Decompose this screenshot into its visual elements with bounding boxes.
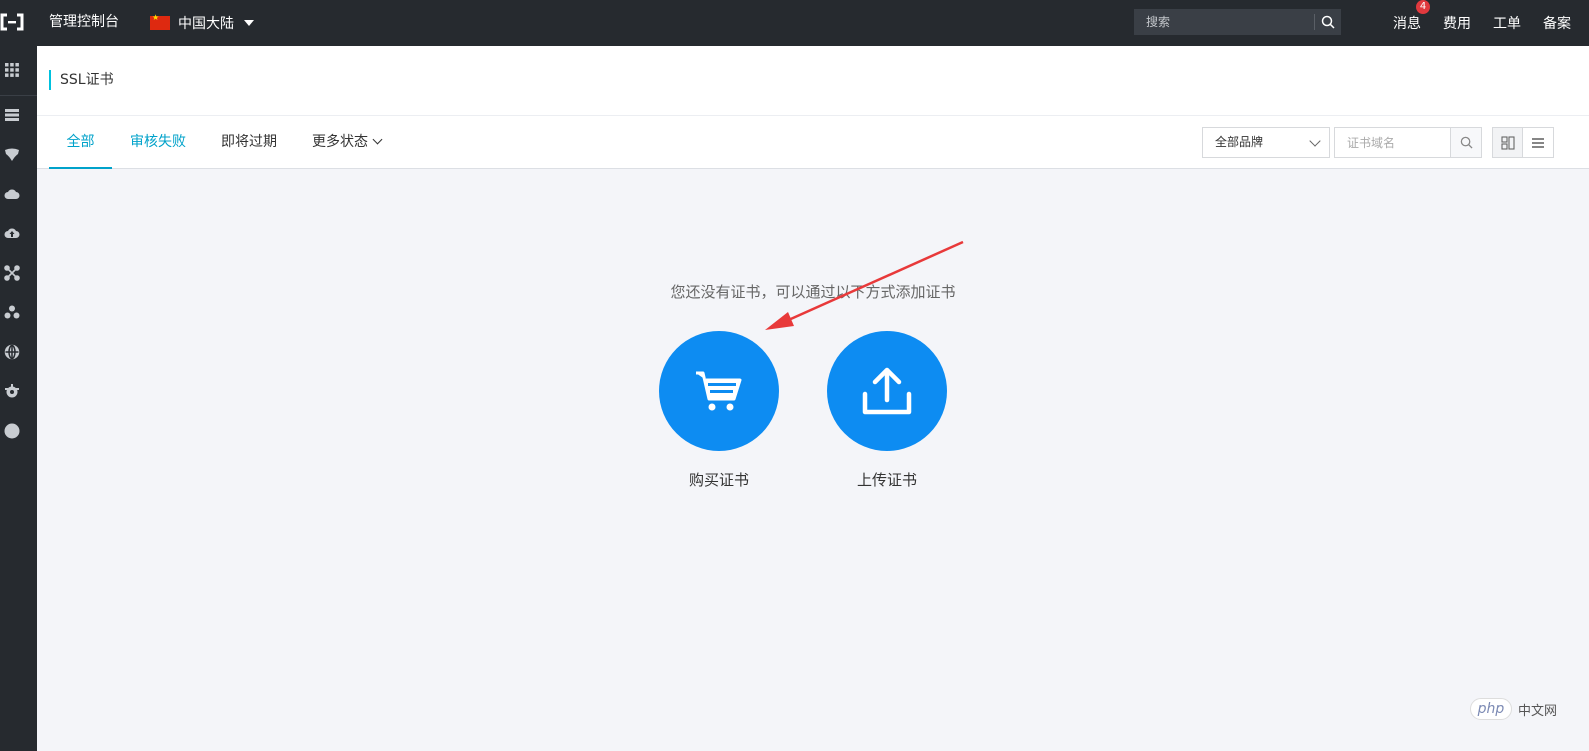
grid-icon [5, 63, 19, 77]
nav-messages-label: 消息 [1393, 16, 1421, 32]
sidebar-item-security[interactable] [0, 138, 37, 172]
domain-search-button[interactable] [1450, 128, 1481, 157]
global-search-input[interactable] [1134, 9, 1314, 35]
tab-audit-failed[interactable]: 审核失败 [130, 116, 186, 169]
php-watermark: php 中文网 [1470, 698, 1557, 720]
search-button[interactable] [1315, 9, 1341, 35]
watermark-text: 中文网 [1518, 703, 1558, 719]
tab-expiring-soon[interactable]: 即将过期 [221, 116, 277, 169]
network-icon [4, 265, 20, 281]
sidebar-item-globe[interactable] [0, 335, 37, 369]
cart-icon [696, 371, 742, 411]
chevron-down-icon [372, 134, 383, 145]
upload-icon [862, 367, 912, 415]
cloud-upload-icon [4, 228, 20, 238]
sidebar-divider [0, 95, 37, 96]
tab-more-status-label: 更多状态 [312, 134, 368, 150]
buy-certificate-button[interactable]: 购买证书 [659, 331, 779, 490]
sidebar-item-cloud-storage[interactable] [0, 216, 37, 250]
sidebar-item-more[interactable] [0, 414, 37, 448]
region-selector[interactable]: 中国大陆 [150, 0, 254, 46]
list-view-button[interactable] [1523, 128, 1553, 157]
sidebar-item-cluster[interactable] [0, 295, 37, 329]
message-count-badge: 4 [1416, 0, 1430, 14]
brand-filter-select[interactable]: 全部品牌 [1202, 127, 1330, 158]
product-sidebar [0, 46, 37, 751]
empty-state-message: 您还没有证书，可以通过以下方式添加证书 [670, 283, 956, 301]
card-view-button[interactable] [1493, 128, 1523, 157]
filter-bar: 全部 审核失败 即将过期 更多状态 全部品牌 [37, 115, 1589, 169]
cloud-icon [4, 189, 20, 199]
upload-certificate-circle[interactable] [827, 331, 947, 451]
chevron-down-icon [1309, 135, 1321, 147]
upload-certificate-label: 上传证书 [856, 471, 917, 489]
china-flag-icon [150, 13, 170, 30]
nav-messages[interactable]: 消息 4 [1371, 0, 1430, 33]
php-logo: php [1470, 698, 1512, 720]
buy-certificate-circle[interactable] [659, 331, 779, 451]
tab-all[interactable]: 全部 [49, 116, 112, 169]
nav-tickets[interactable]: 工单 [1471, 13, 1521, 33]
domain-search [1334, 127, 1482, 158]
circle-icon [4, 423, 20, 439]
card-view-icon [1500, 135, 1515, 150]
global-search [1134, 9, 1341, 35]
console-title[interactable]: 管理控制台 [49, 0, 119, 46]
sidebar-item-cloud[interactable] [0, 177, 37, 211]
caret-down-icon [244, 20, 254, 26]
aliyun-logo-icon[interactable] [0, 11, 24, 33]
page-header: SSL证书 [37, 46, 1589, 115]
upload-certificate-button[interactable]: 上传证书 [827, 331, 947, 490]
sidebar-item-settings[interactable] [0, 374, 37, 408]
top-navbar: 管理控制台 中国大陆 消息 4 费用 工单 备案 [0, 0, 1589, 46]
top-nav-links: 消息 4 费用 工单 备案 [1371, 0, 1571, 46]
search-icon [1460, 136, 1473, 149]
search-icon [1321, 15, 1335, 29]
cluster-icon [4, 305, 20, 319]
domain-search-input[interactable] [1335, 128, 1450, 157]
sidebar-item-servers[interactable] [0, 98, 37, 132]
sidebar-item-products[interactable] [0, 53, 37, 87]
list-view-icon [1532, 137, 1544, 148]
sidebar-item-network[interactable] [0, 256, 37, 290]
page-title: SSL证书 [49, 70, 114, 90]
nav-icp-filing[interactable]: 备案 [1521, 13, 1571, 33]
brand-filter-value: 全部品牌 [1215, 135, 1264, 149]
buy-certificate-label: 购买证书 [688, 471, 749, 489]
view-toggle [1492, 127, 1554, 158]
tab-more-status[interactable]: 更多状态 [312, 116, 383, 169]
server-icon [5, 109, 19, 121]
nav-billing[interactable]: 费用 [1421, 13, 1471, 33]
globe-icon [4, 344, 20, 360]
gear-icon [5, 384, 19, 398]
region-label: 中国大陆 [178, 16, 234, 32]
shield-icon [5, 148, 19, 161]
